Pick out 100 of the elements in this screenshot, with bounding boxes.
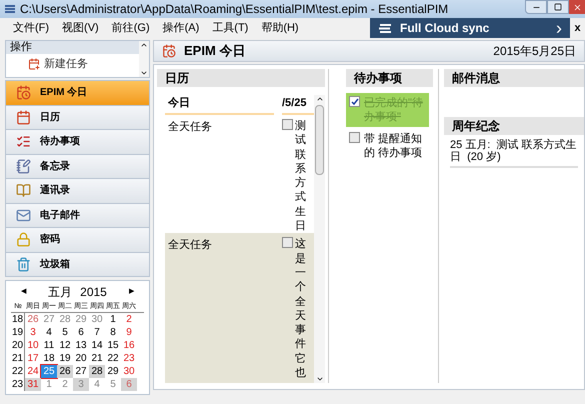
event-title: 测试联系方式生日 — [295, 119, 306, 234]
promo-close[interactable]: x — [570, 20, 585, 36]
section-title: 日历 — [157, 69, 325, 87]
menu-item[interactable]: 操作(A) — [162, 20, 200, 36]
calendar-day[interactable]: 12 — [57, 339, 73, 352]
checkbox[interactable] — [349, 96, 360, 107]
nav-item[interactable]: 电子邮件 — [6, 204, 149, 227]
calendar-day[interactable]: 3 — [25, 326, 41, 339]
checkbox[interactable] — [282, 119, 293, 130]
today-icon — [16, 85, 31, 100]
year-label: 2015 — [80, 284, 107, 301]
scroll-thumb[interactable] — [315, 105, 324, 175]
event-time: 全天任务 — [167, 238, 213, 254]
calendar-day[interactable]: 22 — [105, 352, 121, 365]
maximize-button[interactable] — [547, 0, 569, 14]
trash-icon — [16, 256, 31, 272]
calendar-day[interactable]: 4 — [41, 326, 57, 339]
calendar-day[interactable]: 20 — [73, 352, 89, 365]
calendar-day[interactable]: 18 — [41, 352, 57, 365]
calendar-day[interactable]: 19 — [57, 352, 73, 365]
check-icon — [350, 98, 358, 106]
calendar-day[interactable]: 26 — [57, 365, 73, 378]
calendar-day[interactable]: 1 — [41, 378, 57, 391]
section-title: 待办事项 — [346, 69, 433, 87]
menu-item[interactable]: 文件(F) — [13, 20, 50, 36]
calendar-day[interactable]: 11 — [41, 339, 57, 352]
week-number: 22 — [11, 365, 25, 378]
calendar-day[interactable]: 6 — [73, 326, 89, 339]
scroll-down-icon — [316, 375, 324, 383]
todo-item[interactable]: 带 提醒通知的 待办事项 — [346, 129, 429, 163]
nav-item[interactable]: 密码 — [6, 228, 149, 252]
calendar-day[interactable]: 2 — [121, 313, 137, 326]
password-icon — [16, 232, 31, 248]
calendar-day[interactable]: 29 — [73, 313, 89, 326]
calendar-day[interactable]: 14 — [89, 339, 105, 352]
week-number: 19 — [11, 326, 25, 339]
scroll-down-icon — [140, 69, 148, 77]
todo-text: 带 提醒通知的 待办事项 — [364, 132, 424, 160]
calendar-day[interactable]: 28 — [57, 313, 73, 326]
calendar-day[interactable]: 17 — [25, 352, 41, 365]
calendar-day[interactable]: 29 — [105, 365, 121, 378]
scrollbar[interactable] — [314, 95, 325, 383]
contacts-icon — [16, 183, 31, 198]
calendar-day[interactable]: 13 — [73, 339, 89, 352]
anniversary-entry: 25 五月: 测试 联系方式生日 (20 岁) — [450, 139, 578, 168]
nav-item[interactable]: 垃圾箱 — [6, 252, 149, 276]
event-time: 全天任务 — [167, 120, 213, 135]
calendar-day[interactable]: 25 — [41, 365, 57, 378]
calendar-day[interactable]: 2 — [57, 378, 73, 391]
page-title: EPIM 今日 — [184, 42, 246, 60]
scrollbar[interactable] — [139, 41, 149, 77]
menu-item[interactable]: 视图(V) — [62, 20, 99, 36]
nav-item[interactable]: EPIM 今日 — [6, 81, 149, 104]
promo-banner[interactable]: Full Cloud sync › — [370, 18, 570, 38]
checkbox[interactable] — [349, 132, 360, 143]
section-title: 邮件消息 — [444, 69, 584, 87]
menu-item[interactable]: 前往(G) — [112, 20, 150, 36]
nav-item[interactable]: 待办事项 — [6, 130, 149, 154]
nav-item[interactable]: 通讯录 — [6, 179, 149, 202]
promo-arrow[interactable]: › — [556, 19, 562, 37]
calendar-day[interactable]: 7 — [89, 326, 105, 339]
week-number: 20 — [11, 339, 25, 352]
new-task-icon — [28, 58, 40, 70]
event-row[interactable]: 全天任务 这是一个全天事件它也 — [165, 233, 314, 383]
nav-item[interactable]: 日历 — [6, 106, 149, 129]
calendar-day[interactable]: 26 — [25, 313, 41, 326]
action-item[interactable]: 新建任务 — [6, 54, 139, 74]
app-icon — [4, 4, 16, 14]
window-title: C:\Users\Administrator\AppData\Roaming\EssentialPIM\test.epim - EssentialPIM — [20, 1, 450, 18]
promo-label: Full Cloud sync — [400, 20, 490, 37]
calendar-day[interactable]: 4 — [89, 378, 105, 391]
calendar-day[interactable]: 28 — [89, 365, 105, 378]
calendar-day[interactable]: 10 — [25, 339, 41, 352]
calendar-day[interactable]: 8 — [105, 326, 121, 339]
calendar-icon — [16, 110, 31, 125]
calendar-day[interactable]: 5 — [105, 378, 121, 391]
week-number: 21 — [11, 352, 25, 365]
nav-item[interactable]: 备忘录 — [6, 154, 149, 178]
todo-text: 已完成的"待办事项" — [364, 96, 424, 124]
calendar-day[interactable]: 30 — [89, 313, 105, 326]
calendar-day[interactable]: 1 — [105, 313, 121, 326]
scroll-up-icon — [140, 41, 148, 49]
calendar-day[interactable]: 21 — [89, 352, 105, 365]
calendar-day[interactable]: 5 — [57, 326, 73, 339]
menu-item[interactable]: 工具(T) — [212, 20, 248, 36]
calendar-day[interactable]: 23 — [121, 352, 137, 365]
close-button[interactable] — [569, 0, 585, 14]
calendar-day[interactable]: 9 — [121, 326, 137, 339]
calendar-day[interactable]: 27 — [41, 313, 57, 326]
calendar-day[interactable]: 24 — [25, 365, 41, 378]
cloud-sync-icon — [378, 22, 392, 34]
calendar-day[interactable]: 15 — [105, 339, 121, 352]
calendar-day[interactable]: 27 — [73, 365, 89, 378]
calendar-day[interactable]: 16 — [121, 339, 137, 352]
date-label: 2015年5月25日 — [493, 43, 576, 60]
scroll-up-icon — [316, 95, 324, 103]
menu-item[interactable]: 帮助(H) — [261, 20, 299, 36]
todo-icon — [16, 134, 31, 150]
checkbox[interactable] — [282, 237, 293, 248]
calendar-day[interactable]: 30 — [121, 365, 137, 378]
